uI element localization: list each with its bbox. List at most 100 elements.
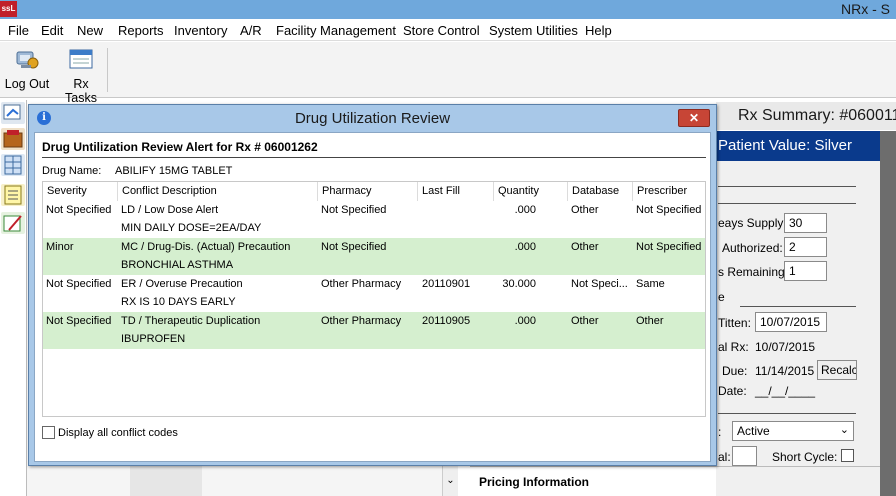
database-cell: Other	[571, 204, 599, 216]
menu-file[interactable]: File	[8, 23, 29, 38]
divider	[740, 306, 856, 307]
database-cell: Other	[571, 315, 599, 327]
last-fill-cell: 20110905	[422, 315, 471, 327]
written-date-field[interactable]: 10/07/2015	[755, 312, 827, 332]
dialog-body: Drug Untilization Review Alert for Rx # …	[34, 132, 711, 462]
divider	[470, 466, 880, 467]
app-title-bar: ssL NRx - S	[0, 0, 896, 19]
prescription-icon[interactable]	[1, 102, 25, 124]
close-button[interactable]: ✕	[678, 109, 710, 127]
drug-name-label: Drug Name:	[42, 165, 102, 177]
table-row[interactable]: Not Specified LD / Low Dose Alert MIN DA…	[43, 201, 705, 238]
menu-system-utilities[interactable]: System Utilities	[489, 23, 578, 38]
prescriber-cell: Not Specified	[636, 241, 702, 253]
status-select[interactable]: Active ⌄	[732, 421, 854, 441]
severity-cell: Not Specified	[46, 204, 112, 216]
conflict-table: Severity Conflict Description Pharmacy L…	[42, 181, 706, 417]
column-header-prescriber[interactable]: Prescriber	[633, 182, 705, 201]
due-date: 11/14/2015	[755, 364, 815, 378]
al-field[interactable]	[732, 446, 757, 466]
table-row[interactable]: Minor MC / Drug-Dis. (Actual) Precaution…	[43, 238, 705, 275]
column-header-severity[interactable]: Severity	[43, 182, 118, 201]
display-all-checkbox[interactable]	[42, 426, 55, 439]
section-label: e	[718, 290, 725, 304]
detail-cell: BRONCHIAL ASTHMA	[121, 259, 234, 271]
column-header-quantity[interactable]: Quantity	[494, 182, 568, 201]
logout-button[interactable]: Log Out	[4, 48, 50, 91]
menu-edit[interactable]: Edit	[41, 23, 63, 38]
remaining-field[interactable]: 1	[784, 261, 827, 281]
menu-help[interactable]: Help	[585, 23, 612, 38]
dialog-title: Drug Utilization Review	[294, 110, 451, 127]
menu-store-control[interactable]: Store Control	[403, 23, 480, 38]
calendar-icon[interactable]	[1, 154, 25, 176]
quantity-cell: 30.000	[502, 278, 536, 290]
table-row[interactable]: Not Specified ER / Overuse Precaution RX…	[43, 275, 705, 312]
table-row[interactable]: Not Specified TD / Therapeutic Duplicati…	[43, 312, 705, 349]
severity-cell: Not Specified	[46, 315, 112, 327]
scroll-down-icon[interactable]: ⌄	[442, 466, 458, 496]
edit-chart-icon[interactable]	[1, 212, 25, 234]
days-supply-field[interactable]: 30	[784, 213, 827, 233]
left-icon-strip	[0, 100, 27, 496]
background-form-area	[27, 466, 457, 496]
severity-cell: Not Specified	[46, 278, 112, 290]
authorized-field[interactable]: 2	[784, 237, 827, 257]
dialog-title-bar[interactable]: Drug Utilization Review i ✕	[29, 105, 716, 131]
patient-value-banner: Patient Value: Silver	[716, 131, 880, 161]
column-header-pharmacy[interactable]: Pharmacy	[318, 182, 418, 201]
rx-tasks-icon	[69, 49, 93, 69]
severity-cell: Minor	[46, 241, 74, 253]
menu-reports[interactable]: Reports	[118, 23, 164, 38]
column-header-database[interactable]: Database	[568, 182, 633, 201]
recalc-button[interactable]: Recalc	[817, 360, 857, 380]
short-cycle-checkbox[interactable]	[841, 449, 854, 462]
prescriber-cell: Same	[636, 278, 665, 290]
remaining-label: s Remaining:	[718, 265, 789, 279]
pharmacy-cell: Not Specified	[321, 241, 387, 253]
menu-inventory[interactable]: Inventory	[174, 23, 227, 38]
written-label: Titten:	[718, 316, 751, 330]
toolbar-divider	[107, 48, 108, 92]
menu-ar[interactable]: A/R	[240, 23, 262, 38]
dur-dialog: Drug Utilization Review i ✕ Drug Untiliz…	[28, 104, 717, 466]
description-cell: ER / Overuse Precaution	[121, 278, 243, 290]
app-logo: ssL	[0, 1, 17, 17]
rx-tasks-button[interactable]: Rx Tasks	[57, 48, 105, 105]
display-all-conflicts-option[interactable]: Display all conflict codes	[42, 426, 178, 439]
rx-tasks-label: Rx Tasks	[65, 77, 97, 105]
detail-cell: IBUPROFEN	[121, 333, 186, 345]
status-label: :	[718, 425, 722, 439]
menu-new[interactable]: New	[77, 23, 103, 38]
pharmacy-cell: Other Pharmacy	[321, 315, 402, 327]
logout-label: Log Out	[4, 77, 50, 91]
original-rx-date: 10/07/2015	[755, 340, 816, 354]
divider	[42, 157, 706, 158]
quantity-cell: .000	[514, 204, 536, 216]
due-label: Due:	[722, 364, 748, 378]
notes-icon[interactable]	[1, 184, 25, 206]
date-label: Date:	[718, 384, 747, 398]
al-label: al:	[718, 450, 731, 464]
detail-cell: MIN DAILY DOSE=2EA/DAY	[121, 222, 262, 234]
authorized-label: Authorized:	[722, 241, 783, 255]
prescriber-cell: Not Specified	[636, 204, 702, 216]
quantity-cell: .000	[514, 241, 536, 253]
quantity-cell: .000	[514, 315, 536, 327]
alert-heading: Drug Untilization Review Alert for Rx # …	[42, 140, 318, 154]
side-panel-edge	[880, 131, 896, 496]
menu-bar: File Edit New Reports Inventory A/R Faci…	[0, 19, 896, 41]
menu-facility-management[interactable]: Facility Management	[276, 23, 396, 38]
column-header-last-fill[interactable]: Last Fill	[418, 182, 494, 201]
background-grey-cell	[130, 466, 202, 496]
inventory-icon[interactable]	[1, 128, 25, 150]
rx-summary-header: Rx Summary: #0600117	[716, 102, 896, 130]
days-supply-label: eays Supply:	[718, 216, 787, 230]
divider	[718, 413, 856, 414]
display-all-label: Display all conflict codes	[58, 427, 178, 439]
status-select-value: Active	[737, 424, 770, 438]
last-fill-cell: 20110901	[422, 278, 471, 290]
column-header-description[interactable]: Conflict Description	[118, 182, 318, 201]
divider	[718, 203, 856, 204]
drug-name-value: ABILIFY 15MG TABLET	[115, 165, 233, 177]
